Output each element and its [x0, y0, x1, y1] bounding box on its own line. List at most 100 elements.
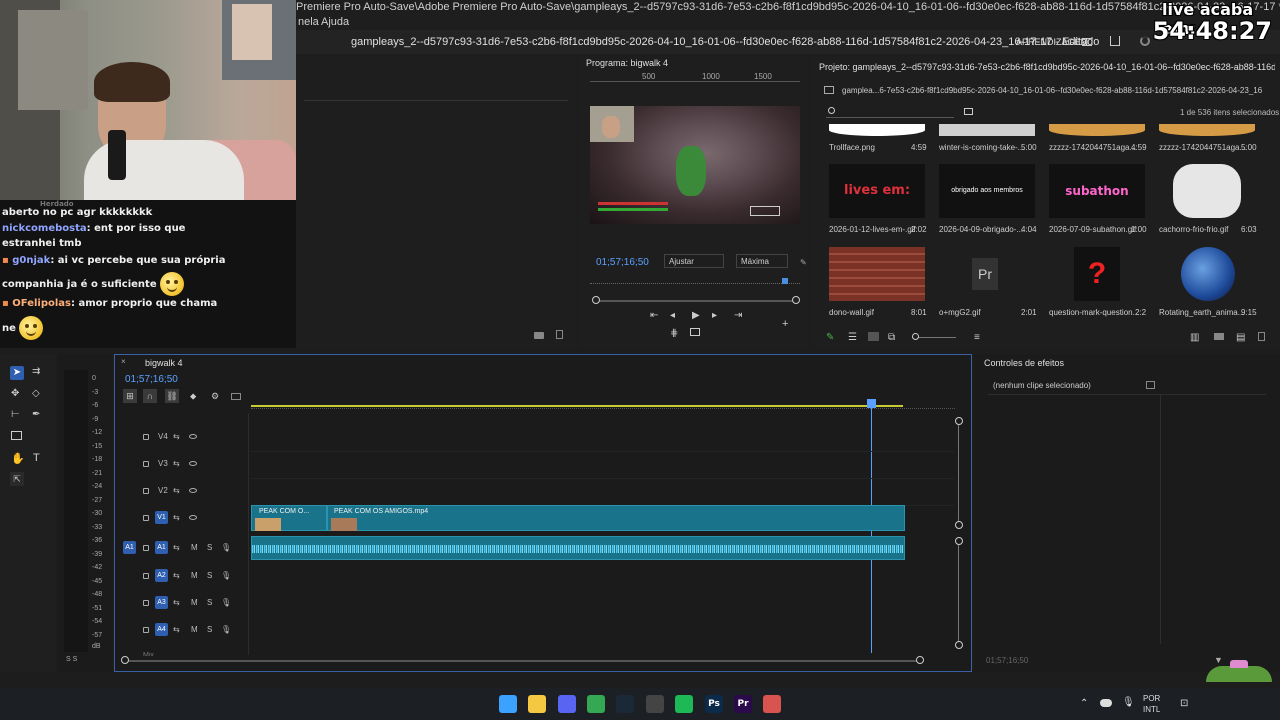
project-item-thumbnail[interactable]: subathon — [1049, 164, 1145, 218]
language-indicator[interactable]: POR — [1143, 694, 1160, 703]
pencil-icon[interactable]: ✎ — [826, 332, 834, 343]
file-explorer-icon[interactable] — [528, 695, 546, 713]
mute-button[interactable]: M — [191, 571, 198, 580]
project-item-name[interactable]: cachorro-frio-frio.gif — [1159, 225, 1228, 234]
track-target-a4[interactable]: A4 — [155, 623, 168, 636]
track-target-a1[interactable]: A1 — [155, 541, 168, 554]
discord-icon[interactable] — [558, 695, 576, 713]
list-view-icon[interactable]: ☰ — [848, 332, 857, 343]
export-frame-icon[interactable] — [690, 328, 700, 336]
program-monitor-tab[interactable]: Programa: bigwalk 4 — [586, 58, 668, 68]
program-timecode[interactable]: 01;57;16;50 — [596, 257, 649, 268]
icon-view-icon[interactable] — [868, 332, 879, 341]
lock-icon[interactable] — [143, 545, 149, 551]
hand-tool-icon[interactable]: ✋ — [11, 452, 25, 465]
project-item-thumbnail[interactable] — [939, 124, 1035, 136]
sync-lock-icon[interactable]: ⇆ — [173, 513, 180, 522]
menu-janela[interactable]: nela — [298, 16, 319, 28]
quality-dropdown[interactable]: Máxima — [736, 254, 788, 268]
project-item-name[interactable]: dono-wall.gif — [829, 308, 874, 317]
new-item-icon[interactable]: ▤ — [1236, 332, 1245, 343]
eye-icon[interactable] — [189, 515, 197, 520]
extra-tool-icon[interactable]: ⇱ — [10, 472, 24, 486]
project-item-thumbnail[interactable] — [829, 124, 925, 136]
filter-icon[interactable]: ▼ — [1214, 655, 1223, 665]
new-folder-icon[interactable] — [1214, 333, 1224, 340]
eye-icon[interactable] — [189, 461, 197, 466]
premiere-icon[interactable]: Pr — [734, 695, 752, 713]
track-target-a2[interactable]: A2 — [155, 569, 168, 582]
mic-icon[interactable]: 🎙 — [221, 625, 231, 634]
video-clip[interactable]: PEAK COM OS AMIGOS.mp4 — [327, 505, 905, 531]
fit-dropdown[interactable]: Ajustar — [664, 254, 724, 268]
project-item-name[interactable]: 2026-07-09-subathon.gif — [1049, 225, 1136, 234]
horizontal-scrollbar[interactable] — [125, 660, 921, 662]
project-item-thumbnail[interactable] — [1181, 247, 1235, 301]
add-button-icon[interactable]: + — [782, 318, 788, 330]
steam-icon[interactable] — [616, 695, 634, 713]
step-forward-icon[interactable]: ⇥ — [734, 310, 742, 321]
sync-lock-icon[interactable]: ⇆ — [173, 598, 180, 607]
project-item-name[interactable]: Rotating_earth_anima... — [1159, 308, 1244, 317]
solo-button[interactable]: S — [207, 598, 212, 607]
workspace-learning[interactable]: APRENDIZAGEM — [1016, 37, 1088, 47]
linked-selection-icon[interactable]: ⛓ — [165, 389, 179, 403]
mic-icon[interactable]: 🎙 — [221, 543, 231, 552]
lock-icon[interactable] — [143, 627, 149, 633]
project-item-name[interactable]: o+mgG2.gif — [939, 308, 981, 317]
project-item-name[interactable]: zzzzz-1742044751aga... — [1159, 143, 1246, 152]
freeform-view-icon[interactable]: ⧉ — [888, 332, 895, 343]
lock-icon[interactable] — [143, 515, 149, 521]
project-item-thumbnail[interactable] — [1173, 164, 1241, 218]
windows-start-icon[interactable] — [499, 695, 517, 713]
premiere-file-icon[interactable]: Pr — [972, 258, 998, 290]
effects-tab[interactable]: Controles de efeitos — [984, 358, 1064, 368]
wrench-icon[interactable]: ✎ — [800, 258, 807, 267]
type-tool-icon[interactable]: T — [33, 452, 40, 464]
settings-wrench-icon[interactable]: ⚙ — [211, 391, 219, 402]
captions-icon[interactable] — [231, 393, 241, 400]
lock-icon[interactable] — [143, 461, 149, 467]
panel-toggle-icon[interactable] — [1146, 381, 1155, 389]
cloud-icon[interactable] — [1100, 699, 1112, 707]
work-area-bar[interactable] — [251, 405, 903, 407]
step-back-icon[interactable]: ⇤ — [650, 310, 658, 321]
track-target-a3[interactable]: A3 — [155, 596, 168, 609]
solo-button[interactable]: S — [207, 571, 212, 580]
photoshop-icon[interactable]: Ps — [705, 695, 723, 713]
trash-icon[interactable] — [556, 330, 563, 339]
obs-icon[interactable] — [646, 695, 664, 713]
sync-lock-icon[interactable]: ⇆ — [173, 543, 180, 552]
marker-icon[interactable]: ⬥ — [190, 391, 196, 402]
timeline-ruler[interactable] — [251, 399, 955, 409]
ripple-edit-tool-icon[interactable]: ✥ — [11, 388, 19, 399]
chrome-icon[interactable] — [587, 695, 605, 713]
project-item-name[interactable]: zzzzz-1742044751aga... — [1049, 143, 1136, 152]
nest-icon[interactable]: ⊞ — [123, 389, 137, 403]
audio-clip[interactable] — [251, 536, 905, 560]
project-item-name[interactable]: Trollface.png — [829, 143, 875, 152]
project-item-name[interactable]: 2026-04-09-obrigado-... — [939, 225, 1023, 234]
lock-icon[interactable] — [143, 573, 149, 579]
project-item-thumbnail[interactable] — [1049, 124, 1145, 136]
network-icon[interactable]: ⊡ — [1180, 698, 1188, 709]
video-clip[interactable]: PEAK COM O... — [251, 505, 327, 531]
insert-icon[interactable]: ⋕ — [670, 328, 678, 339]
selection-tool-icon[interactable]: ➤ — [10, 366, 24, 380]
source-patch-a1[interactable]: A1 — [123, 541, 136, 554]
menu-icon[interactable] — [1082, 38, 1092, 46]
app-icon[interactable] — [763, 695, 781, 713]
spotify-icon[interactable] — [675, 695, 693, 713]
sync-lock-icon[interactable]: ⇆ — [173, 625, 180, 634]
sync-lock-icon[interactable]: ⇆ — [173, 571, 180, 580]
lock-icon[interactable] — [143, 600, 149, 606]
lock-icon[interactable] — [143, 434, 149, 440]
frame-back-icon[interactable]: ◂ — [670, 310, 675, 321]
track-target-v1[interactable]: V1 — [155, 511, 168, 524]
trash-icon[interactable] — [1258, 332, 1265, 341]
new-bin-icon[interactable] — [964, 108, 973, 115]
close-tab-icon[interactable]: × — [121, 357, 126, 366]
mic-icon[interactable]: 🎙 — [221, 571, 231, 580]
mute-button[interactable]: M — [191, 543, 198, 552]
mute-button[interactable]: M — [191, 598, 198, 607]
